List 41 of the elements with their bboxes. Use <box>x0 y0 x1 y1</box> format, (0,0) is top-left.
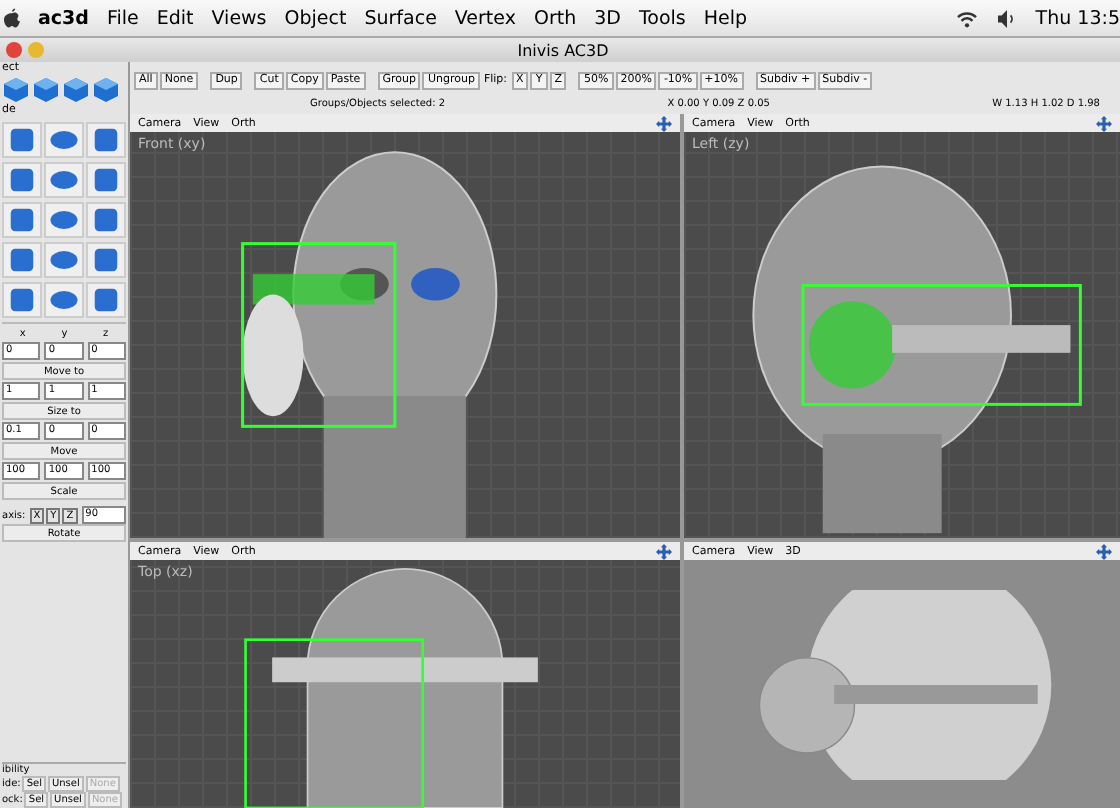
tool-icon[interactable] <box>44 242 84 278</box>
wifi-icon[interactable] <box>955 9 978 27</box>
menu-item[interactable]: 3D <box>594 7 621 29</box>
app-menu[interactable]: ac3d <box>38 7 89 29</box>
menu-item[interactable]: Surface <box>364 7 437 29</box>
menu-item[interactable]: Tools <box>638 7 686 29</box>
tool-icon[interactable] <box>86 202 126 238</box>
menu-item[interactable]: File <box>106 7 139 29</box>
apple-logo-icon[interactable] <box>4 8 20 28</box>
move-icon[interactable] <box>656 543 672 559</box>
tool-icon[interactable] <box>2 202 42 238</box>
tool-icon[interactable] <box>2 242 42 278</box>
window-title: Inivis AC3D <box>517 41 611 59</box>
tool-icon[interactable] <box>2 282 42 318</box>
tool-icon[interactable] <box>2 162 42 198</box>
cube-icon[interactable] <box>92 76 120 104</box>
cube-icon[interactable] <box>62 76 90 104</box>
clock: Thu 13:5 <box>1035 7 1120 29</box>
tool-icon[interactable] <box>44 282 84 318</box>
move-icon[interactable] <box>1096 543 1112 559</box>
cube-icon[interactable] <box>2 76 30 104</box>
tool-icon[interactable] <box>44 162 84 198</box>
volume-icon[interactable] <box>995 9 1018 27</box>
tool-icon[interactable] <box>2 122 42 158</box>
tool-icon[interactable] <box>86 122 126 158</box>
tool-icon[interactable] <box>44 202 84 238</box>
menu-item[interactable]: Help <box>703 7 748 29</box>
move-icon[interactable] <box>1096 115 1112 131</box>
cube-icon[interactable] <box>32 76 60 104</box>
menu-item[interactable]: Orth <box>533 7 577 29</box>
viewport[interactable] <box>684 560 1120 808</box>
close-button[interactable] <box>6 42 22 58</box>
tool-icon[interactable] <box>86 242 126 278</box>
menu-item[interactable]: Views <box>211 7 267 29</box>
move-icon[interactable] <box>656 115 672 131</box>
menu-item[interactable]: Object <box>284 7 347 29</box>
menu-item[interactable]: Vertex <box>454 7 516 29</box>
tool-icon[interactable] <box>86 282 126 318</box>
tool-icon[interactable] <box>86 162 126 198</box>
menu-item[interactable]: Edit <box>156 7 194 29</box>
tool-icon[interactable] <box>44 122 84 158</box>
